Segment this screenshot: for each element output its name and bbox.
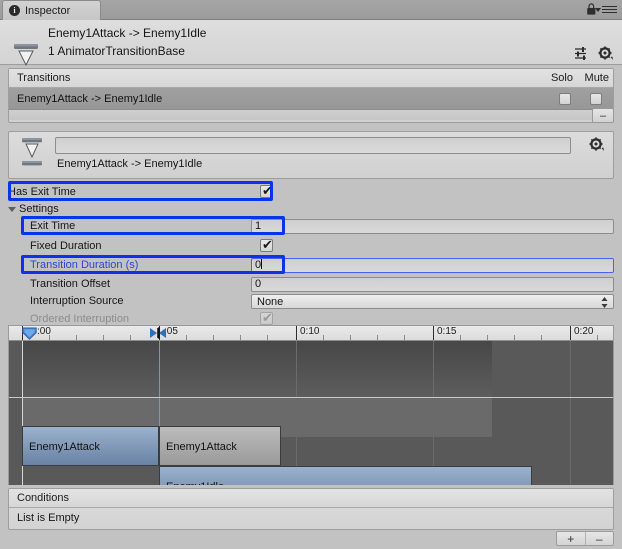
- transitions-panel: Transitions Solo Mute Enemy1Attack -> En…: [8, 68, 614, 123]
- updown-arrows-icon: [601, 297, 608, 308]
- transition-duration-label: Transition Duration (s): [30, 259, 139, 271]
- settings-foldout-label: Settings: [19, 203, 59, 215]
- timeline-clip[interactable]: Enemy1Idle: [159, 466, 532, 485]
- exit-time-label: Exit Time: [30, 220, 76, 232]
- fixed-duration-checkbox[interactable]: ✔: [260, 237, 273, 252]
- checkmark-icon: ✔: [262, 237, 273, 252]
- preset-icon[interactable]: [574, 47, 588, 60]
- transition-list-item[interactable]: Enemy1Attack -> Enemy1Idle: [9, 88, 613, 110]
- transition-duration-input[interactable]: 0: [251, 258, 614, 273]
- add-condition-button[interactable]: +: [557, 532, 585, 546]
- checkmark-icon: ✔: [262, 183, 273, 198]
- transition-list-item-label: Enemy1Attack -> Enemy1Idle: [17, 93, 163, 105]
- page-title: Enemy1Attack -> Enemy1Idle: [48, 26, 207, 40]
- interruption-source-value: None: [257, 296, 284, 308]
- playhead-marker-icon[interactable]: [22, 327, 37, 340]
- triangle-down-icon: [8, 207, 16, 212]
- ordered-interruption-checkbox: ✔: [260, 310, 273, 325]
- timeline-tick-label: 0:10: [300, 326, 320, 337]
- timeline-clip-label: Enemy1Attack: [29, 441, 100, 453]
- conditions-empty-label: List is Empty: [17, 512, 80, 524]
- text-cursor: [261, 259, 263, 269]
- interruption-source-dropdown[interactable]: None: [251, 294, 614, 309]
- transition-preview-panel: Enemy1Attack -> Enemy1Idle: [8, 131, 614, 179]
- hamburger-menu-icon[interactable]: [602, 6, 617, 15]
- mute-column-label: Mute: [584, 72, 609, 84]
- transition-offset-label: Transition Offset: [30, 278, 111, 290]
- timeline-clip-label: Enemy1Attack: [166, 441, 237, 453]
- animator-transition-icon: [19, 137, 45, 167]
- timeline-upper-band: [22, 341, 492, 397]
- solo-checkbox[interactable]: [559, 93, 571, 105]
- transition-duration-row[interactable]: Transition Duration (s) 0: [8, 258, 614, 274]
- timeline-clip-label: Enemy1Idle: [166, 481, 224, 485]
- timeline-tick-label: 0:20: [574, 326, 594, 337]
- chevron-down-icon[interactable]: [595, 8, 601, 12]
- info-circle-icon: i: [9, 5, 20, 16]
- tab-inspector[interactable]: i Inspector: [2, 0, 101, 20]
- transition-name-field[interactable]: [55, 137, 571, 154]
- gear-icon[interactable]: [589, 137, 605, 152]
- timeline-tick-label: 0:15: [437, 326, 457, 337]
- timeline-tick-label: :00: [37, 326, 51, 337]
- tab-inspector-label: Inspector: [25, 4, 71, 17]
- has-exit-time-label: Has Exit Time: [8, 186, 76, 198]
- has-exit-time-checkbox[interactable]: ✔: [260, 183, 273, 198]
- inspector-header: Enemy1Attack -> Enemy1Idle 1 AnimatorTra…: [0, 20, 622, 74]
- timeline-ruler[interactable]: :00 :05 0:10 0:15 0:20: [9, 326, 613, 341]
- timeline-clip[interactable]: Enemy1Attack: [159, 426, 281, 466]
- interruption-source-row[interactable]: Interruption Source None: [8, 294, 614, 310]
- transitions-header-label: Transitions: [17, 72, 71, 84]
- inspector-window: i Inspector Enemy1Attack -> Enemy1Idle 1…: [0, 0, 622, 549]
- conditions-panel: Conditions List is Empty: [8, 488, 614, 530]
- transitions-footer: [9, 110, 613, 120]
- timeline-body[interactable]: Enemy1Attack Enemy1Attack Enemy1Idle: [9, 341, 613, 485]
- mute-checkbox[interactable]: [590, 93, 602, 105]
- transition-offset-input[interactable]: 0: [251, 277, 614, 292]
- transition-offset-row[interactable]: Transition Offset 0: [8, 277, 614, 293]
- header-subtitle: 1 AnimatorTransitionBase: [48, 44, 185, 58]
- conditions-add-remove-buttons: + –: [556, 531, 614, 546]
- window-tab-bar: i Inspector: [0, 0, 622, 20]
- transition-handles-icon[interactable]: [149, 327, 169, 339]
- remove-condition-button[interactable]: –: [586, 532, 614, 546]
- solo-column-label: Solo: [550, 72, 573, 84]
- ordered-interruption-label: Ordered Interruption: [30, 313, 130, 325]
- checkmark-icon: ✔: [262, 310, 273, 325]
- fixed-duration-label: Fixed Duration: [30, 240, 102, 252]
- has-exit-time-row[interactable]: Has Exit Time ✔: [8, 183, 614, 201]
- transition-timeline[interactable]: :00 :05 0:10 0:15 0:20 Enemy1Attack Enem…: [8, 325, 614, 485]
- transitions-header: Transitions Solo Mute: [9, 69, 613, 88]
- conditions-header-label: Conditions: [17, 492, 69, 504]
- interruption-source-label: Interruption Source: [30, 295, 124, 307]
- transition-preview-label: Enemy1Attack -> Enemy1Idle: [57, 158, 203, 170]
- exit-time-input[interactable]: 1: [251, 219, 614, 234]
- fixed-duration-row[interactable]: Fixed Duration ✔: [8, 237, 614, 255]
- exit-time-row[interactable]: Exit Time 1: [8, 219, 614, 235]
- remove-transition-button[interactable]: –: [592, 108, 614, 123]
- conditions-header: Conditions: [9, 489, 613, 508]
- timeline-clip[interactable]: Enemy1Attack: [22, 426, 159, 466]
- gear-icon[interactable]: [598, 46, 614, 61]
